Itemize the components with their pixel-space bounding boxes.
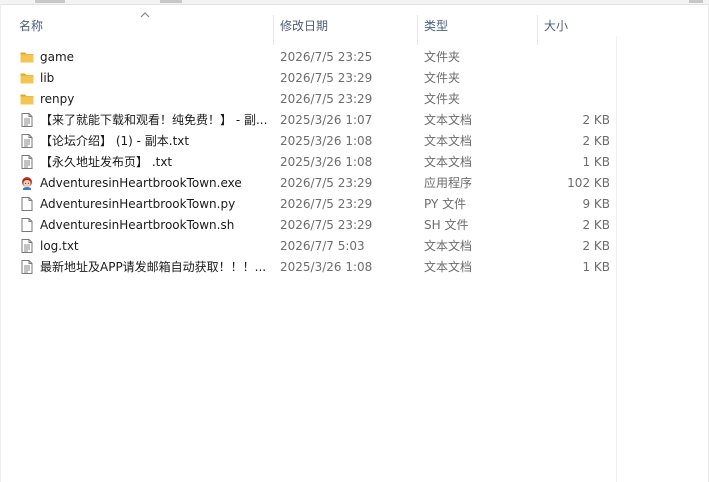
- blank-file-icon: [19, 196, 35, 212]
- file-row[interactable]: 【来了就能下载和观看！纯免费！】 - 副... 2025/3/26 1:07 文…: [1, 110, 617, 131]
- file-modified: 2026/7/5 23:25: [280, 50, 373, 64]
- file-row[interactable]: AdventuresinHeartbrookTown.exe 2026/7/5 …: [1, 173, 617, 194]
- folder-icon: [19, 49, 35, 65]
- column-divider[interactable]: [273, 15, 274, 45]
- file-list: game 2026/7/5 23:25 文件夹 lib 2026/7/5 23:…: [1, 47, 617, 278]
- file-name: AdventuresinHeartbrookTown.sh: [40, 218, 235, 232]
- file-modified: 2026/7/7 5:03: [280, 239, 365, 253]
- blank-file-icon: [19, 217, 35, 233]
- file-modified: 2025/3/26 1:08: [280, 134, 373, 148]
- file-name: 【来了就能下载和观看！纯免费！】 - 副...: [40, 113, 268, 127]
- text-document-icon: [19, 238, 35, 254]
- text-document-icon: [19, 154, 35, 170]
- file-name: log.txt: [40, 239, 79, 253]
- file-type: 文本文档: [424, 134, 473, 148]
- file-type: 文本文档: [424, 113, 473, 127]
- file-modified: 2026/7/5 23:29: [280, 71, 373, 85]
- file-size: 2 KB: [582, 113, 610, 127]
- file-row[interactable]: lib 2026/7/5 23:29 文件夹: [1, 68, 617, 89]
- file-modified: 2025/3/26 1:08: [280, 155, 373, 169]
- file-row[interactable]: AdventuresinHeartbrookTown.py 2026/7/5 2…: [1, 194, 617, 215]
- file-modified: 2025/3/26 1:08: [280, 260, 373, 274]
- file-size: 102 KB: [567, 176, 610, 190]
- file-type: 文件夹: [424, 50, 461, 64]
- column-header-modified[interactable]: 修改日期: [280, 9, 328, 43]
- file-row[interactable]: AdventuresinHeartbrookTown.sh 2026/7/5 2…: [1, 215, 617, 236]
- file-row[interactable]: 【论坛介绍】 (1) - 副本.txt 2025/3/26 1:08 文本文档 …: [1, 131, 617, 152]
- sort-ascending-icon[interactable]: [139, 11, 151, 19]
- file-type: 应用程序: [424, 176, 473, 190]
- file-name: lib: [40, 71, 55, 85]
- file-size: 2 KB: [582, 218, 610, 232]
- text-document-icon: [19, 112, 35, 128]
- file-row[interactable]: 最新地址及APP请发邮箱自动获取！！！... 2025/3/26 1:08 文本…: [1, 257, 617, 278]
- file-size: 1 KB: [582, 260, 610, 274]
- folder-icon: [19, 91, 35, 107]
- folder-icon: [19, 70, 35, 86]
- file-row[interactable]: renpy 2026/7/5 23:29 文件夹: [1, 89, 617, 110]
- file-row[interactable]: log.txt 2026/7/7 5:03 文本文档 2 KB: [1, 236, 617, 257]
- column-divider[interactable]: [537, 15, 538, 45]
- file-size: 2 KB: [582, 134, 610, 148]
- top-scroll-strip[interactable]: [0, 0, 709, 5]
- column-header-size[interactable]: 大小: [544, 9, 568, 43]
- file-modified: 2026/7/5 23:29: [280, 218, 373, 232]
- file-type: PY 文件: [424, 197, 467, 211]
- file-modified: 2026/7/5 23:29: [280, 92, 373, 106]
- file-size: 1 KB: [582, 155, 610, 169]
- file-type: 文本文档: [424, 239, 473, 253]
- column-divider[interactable]: [417, 15, 418, 45]
- file-type: 文本文档: [424, 260, 473, 274]
- file-name: 最新地址及APP请发邮箱自动获取！！！...: [40, 260, 267, 274]
- file-name: AdventuresinHeartbrookTown.exe: [40, 176, 242, 190]
- column-header-name[interactable]: 名称: [19, 9, 43, 43]
- file-type: 文件夹: [424, 71, 461, 85]
- file-size: 2 KB: [582, 239, 610, 253]
- file-type: 文本文档: [424, 155, 473, 169]
- file-name: 【永久地址发布页】 .txt: [40, 155, 173, 169]
- file-size: 9 KB: [582, 197, 610, 211]
- file-modified: 2025/3/26 1:07: [280, 113, 373, 127]
- text-document-icon: [19, 133, 35, 149]
- file-name: AdventuresinHeartbrookTown.py: [40, 197, 236, 211]
- file-row[interactable]: game 2026/7/5 23:25 文件夹: [1, 47, 617, 68]
- file-name: game: [40, 50, 75, 64]
- file-modified: 2026/7/5 23:29: [280, 197, 373, 211]
- file-name: 【论坛介绍】 (1) - 副本.txt: [40, 134, 190, 148]
- file-type: 文件夹: [424, 92, 461, 106]
- file-modified: 2026/7/5 23:29: [280, 176, 373, 190]
- app-exe-icon: [19, 175, 35, 191]
- file-row[interactable]: 【永久地址发布页】 .txt 2025/3/26 1:08 文本文档 1 KB: [1, 152, 617, 173]
- column-header-type[interactable]: 类型: [424, 9, 448, 43]
- file-type: SH 文件: [424, 218, 469, 232]
- file-name: renpy: [40, 92, 75, 106]
- text-document-icon: [19, 259, 35, 275]
- column-header-bar: 名称 修改日期 类型 大小: [1, 9, 617, 45]
